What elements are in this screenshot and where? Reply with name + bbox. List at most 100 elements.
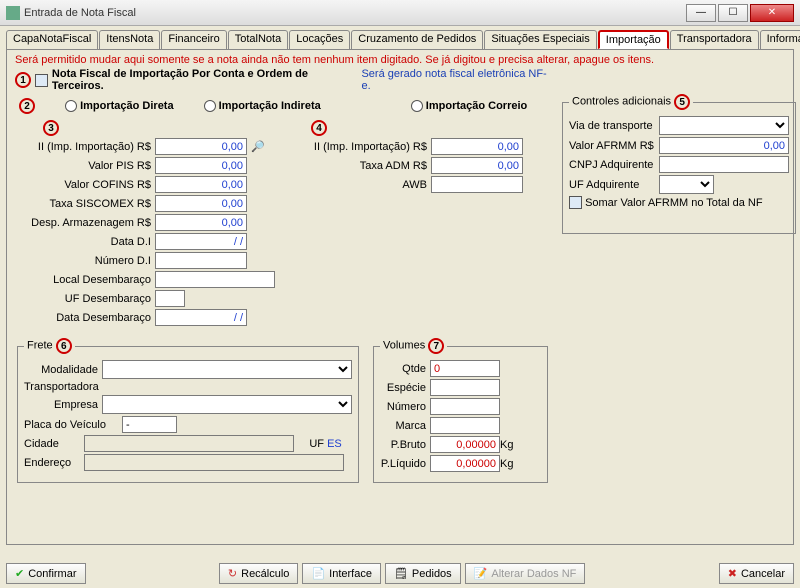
radio-correio-label: Importação Correio bbox=[426, 100, 527, 112]
pis-input[interactable] bbox=[155, 157, 247, 174]
cofins-input[interactable] bbox=[155, 176, 247, 193]
pliq-unit: Kg bbox=[500, 458, 513, 470]
numero-input[interactable] bbox=[430, 398, 500, 415]
siscomex-label: Taxa SISCOMEX R$ bbox=[15, 198, 155, 210]
endereco-value bbox=[84, 454, 344, 471]
datades-input[interactable] bbox=[155, 309, 247, 326]
confirmar-button[interactable]: ✔Confirmar bbox=[6, 563, 86, 584]
tab-situacoes[interactable]: Situações Especiais bbox=[484, 30, 596, 49]
alterar-label: Alterar Dados NF bbox=[491, 568, 576, 580]
awb-input[interactable] bbox=[431, 176, 523, 193]
empresa-label: Empresa bbox=[24, 399, 102, 411]
recalculo-label: Recálculo bbox=[241, 568, 289, 580]
tab-locacoes[interactable]: Locações bbox=[289, 30, 350, 49]
transportadora-label: Transportadora bbox=[24, 381, 352, 393]
tab-capanotafiscal[interactable]: CapaNotaFiscal bbox=[6, 30, 98, 49]
modalidade-label: Modalidade bbox=[24, 364, 102, 376]
alterar-button[interactable]: 📝Alterar Dados NF bbox=[465, 563, 586, 584]
marker-7: 7 bbox=[428, 338, 444, 354]
localdes-input[interactable] bbox=[155, 271, 275, 288]
armaz-input[interactable] bbox=[155, 214, 247, 231]
siscomex-input[interactable] bbox=[155, 195, 247, 212]
datadi-input[interactable] bbox=[155, 233, 247, 250]
marca-input[interactable] bbox=[430, 417, 500, 434]
mid-ii-input[interactable] bbox=[431, 138, 523, 155]
tab-cruzamento[interactable]: Cruzamento de Pedidos bbox=[351, 30, 483, 49]
nfe-info: Será gerado nota fiscal eletrônica NF-e. bbox=[361, 68, 555, 92]
nf-importacao-checkbox[interactable] bbox=[35, 74, 48, 87]
recalculo-button[interactable]: ↻ Recálculo bbox=[219, 563, 299, 584]
tab-totalnota[interactable]: TotalNota bbox=[228, 30, 288, 49]
afrmm-label: Valor AFRMM R$ bbox=[569, 140, 659, 152]
radio-correio[interactable] bbox=[411, 100, 423, 112]
pbruto-unit: Kg bbox=[500, 439, 513, 451]
datades-label: Data Desembaraço bbox=[15, 312, 155, 324]
via-select[interactable] bbox=[659, 116, 789, 135]
marker-3: 3 bbox=[43, 120, 59, 136]
radio-direta-label: Importação Direta bbox=[80, 100, 174, 112]
datadi-label: Data D.I bbox=[15, 236, 155, 248]
adm-input[interactable] bbox=[431, 157, 523, 174]
radio-indireta[interactable] bbox=[204, 100, 216, 112]
check-icon: ✔ bbox=[15, 567, 24, 580]
numdi-label: Número D.I bbox=[15, 255, 155, 267]
pliq-input[interactable] bbox=[430, 455, 500, 472]
empresa-select[interactable] bbox=[102, 395, 352, 414]
placa-label: Placa do Veículo bbox=[24, 419, 122, 431]
marker-1: 1 bbox=[15, 72, 31, 88]
tab-info-adicionais[interactable]: Informações Adicionais bbox=[760, 30, 800, 49]
cidade-value bbox=[84, 435, 294, 452]
lookup-icon[interactable]: 🔎 bbox=[251, 140, 265, 153]
frete-title: Frete bbox=[27, 340, 53, 352]
qtde-input[interactable] bbox=[430, 360, 500, 377]
doc-icon: 📄 bbox=[311, 567, 325, 580]
ii-input[interactable] bbox=[155, 138, 247, 155]
controles-title: Controles adicionais bbox=[572, 96, 671, 108]
volumes-group: Volumes 7 Qtde Espécie Número Marca P.Br… bbox=[373, 338, 548, 483]
awb-label: AWB bbox=[311, 179, 431, 191]
radio-indireta-label: Importação Indireta bbox=[219, 100, 321, 112]
cnpj-label: CNPJ Adquirente bbox=[569, 159, 659, 171]
numdi-input[interactable] bbox=[155, 252, 247, 269]
refresh-icon: ↻ bbox=[228, 567, 237, 580]
interface-button[interactable]: 📄Interface bbox=[302, 563, 381, 584]
afrmm-input[interactable] bbox=[659, 137, 789, 154]
tab-financeiro[interactable]: Financeiro bbox=[161, 30, 226, 49]
close-button[interactable]: ✕ bbox=[750, 4, 794, 22]
pedidos-label: Pedidos bbox=[412, 568, 452, 580]
maximize-button[interactable]: ☐ bbox=[718, 4, 748, 22]
heading-text: Nota Fiscal de Importação Por Conta e Or… bbox=[52, 68, 362, 92]
frete-group: Frete 6 Modalidade Transportadora Empres… bbox=[17, 338, 359, 483]
tab-transportadora-tab[interactable]: Transportadora bbox=[670, 30, 759, 49]
minimize-button[interactable]: — bbox=[686, 4, 716, 22]
endereco-label: Endereço bbox=[24, 457, 84, 469]
cidade-label: Cidade bbox=[24, 438, 84, 450]
qtde-label: Qtde bbox=[380, 363, 430, 375]
marker-2: 2 bbox=[19, 98, 35, 114]
adm-label: Taxa ADM R$ bbox=[311, 160, 431, 172]
x-icon: ✖ bbox=[728, 567, 737, 580]
pedidos-button[interactable]: 🗒 Pedidos bbox=[385, 563, 461, 584]
placa-input[interactable] bbox=[122, 416, 177, 433]
cancelar-label: Cancelar bbox=[741, 568, 785, 580]
somar-checkbox[interactable] bbox=[569, 196, 582, 209]
tab-itensnota[interactable]: ItensNota bbox=[99, 30, 160, 49]
radio-direta[interactable] bbox=[65, 100, 77, 112]
app-icon bbox=[6, 6, 20, 20]
tab-pane: Será permitido mudar aqui somente se a n… bbox=[6, 49, 794, 545]
cancelar-button[interactable]: ✖ Cancelar bbox=[719, 563, 794, 584]
edit-icon: 📝 bbox=[474, 567, 488, 580]
modalidade-select[interactable] bbox=[102, 360, 352, 379]
somar-label: Somar Valor AFRMM no Total da NF bbox=[585, 197, 763, 209]
ufdes-input[interactable] bbox=[155, 290, 185, 307]
cnpj-input[interactable] bbox=[659, 156, 789, 173]
ufadq-select[interactable] bbox=[659, 175, 714, 194]
tab-strip: CapaNotaFiscal ItensNota Financeiro Tota… bbox=[6, 30, 794, 49]
pbruto-input[interactable] bbox=[430, 436, 500, 453]
mid-ii-label: II (Imp. Importação) R$ bbox=[311, 141, 431, 153]
list-icon: 🗒 bbox=[394, 567, 408, 580]
especie-input[interactable] bbox=[430, 379, 500, 396]
marker-5: 5 bbox=[674, 94, 690, 110]
tab-importacao[interactable]: Importação bbox=[598, 30, 669, 49]
marker-4: 4 bbox=[311, 120, 327, 136]
